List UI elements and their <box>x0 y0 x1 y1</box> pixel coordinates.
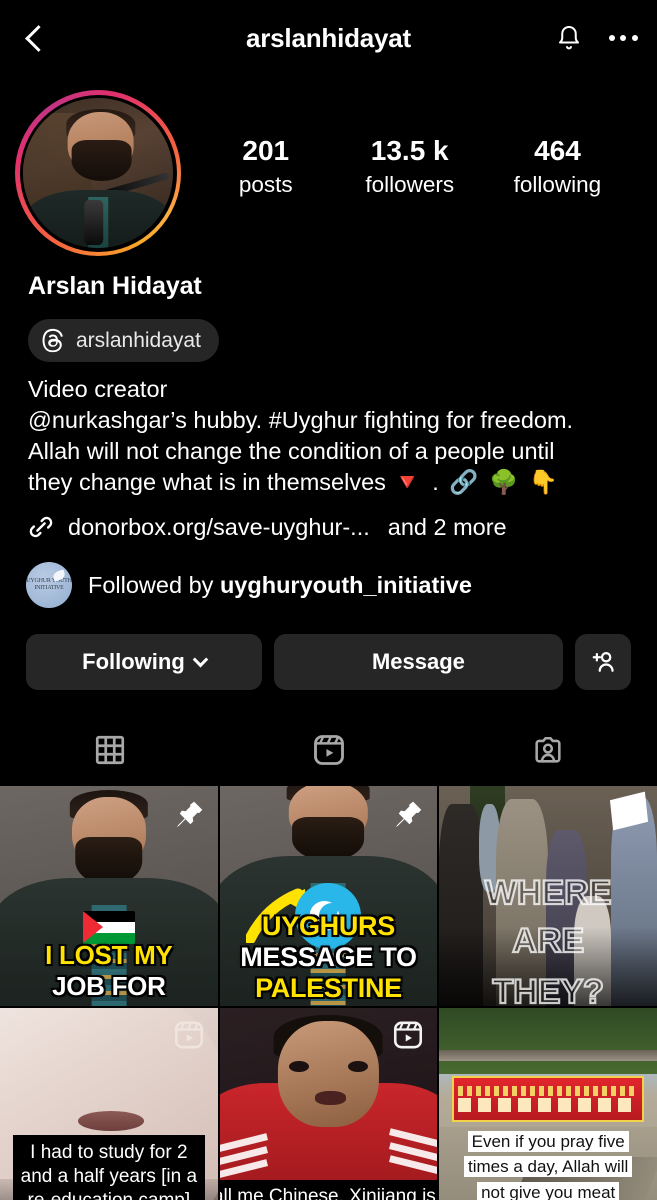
post-2-line-1: UYGHURS <box>262 910 395 941</box>
tab-reels[interactable] <box>219 732 438 768</box>
posts-grid: I LOST MY JOB FOR UYGHURS MESSAGE TO PAL… <box>0 786 657 1200</box>
avatar-container[interactable] <box>0 84 196 256</box>
tab-tagged[interactable] <box>438 733 657 767</box>
notification-bell-button[interactable] <box>545 14 593 62</box>
stat-followers[interactable]: 13.5 k followers <box>365 135 455 200</box>
followed-by-text: Followed by uyghuryouth_initiative <box>88 572 472 599</box>
follower-avatar: UYGHUR YOUTH INITIATIVE <box>26 562 72 609</box>
follower-avatar-text: UYGHUR YOUTH INITIATIVE <box>26 577 72 592</box>
posts-label: posts <box>238 171 293 197</box>
post-6-caption: Even if you pray five times a day, Allah… <box>461 1129 635 1200</box>
header-actions <box>545 14 647 62</box>
profile-picture[interactable] <box>23 98 173 248</box>
message-button[interactable]: Message <box>273 634 563 691</box>
more-options-button[interactable] <box>599 14 647 62</box>
propaganda-banner <box>452 1076 644 1123</box>
reels-icon <box>313 735 344 765</box>
post-3-line-2: ARE <box>511 921 585 961</box>
post-1-line-1: I LOST MY <box>45 939 173 970</box>
tagged-icon <box>534 737 561 763</box>
grid-post-4[interactable]: I had to study for 2 and a half years [i… <box>0 1007 218 1200</box>
tab-grid[interactable] <box>0 733 219 767</box>
following-button-label: Following <box>82 649 185 675</box>
stat-posts[interactable]: 201 posts <box>226 135 306 200</box>
followers-label: followers <box>365 171 455 197</box>
grid-post-2[interactable]: UYGHURS MESSAGE TO PALESTINE <box>219 786 438 1006</box>
more-options-icon <box>608 35 638 41</box>
bio-link-url[interactable]: donorbox.org/save-uyghur-... <box>68 514 370 541</box>
posts-count: 201 <box>242 135 290 166</box>
profile-actions: Following Message <box>0 608 657 691</box>
chevron-down-icon <box>192 651 209 668</box>
add-person-button[interactable] <box>575 634 631 691</box>
back-chevron-icon <box>25 24 52 52</box>
following-button[interactable]: Following <box>26 634 262 691</box>
grid-post-3[interactable]: WHERE ARE THEY? <box>439 786 657 1006</box>
bio-link-row[interactable]: donorbox.org/save-uyghur-... and 2 more <box>0 498 657 542</box>
followers-count: 13.5 k <box>370 135 449 166</box>
threads-icon <box>42 328 63 353</box>
post-3-line-3: THEY? <box>491 972 605 1006</box>
followed-by-row[interactable]: UYGHUR YOUTH INITIATIVE Followed by uygh… <box>0 542 657 609</box>
profile-stats: 201 posts 13.5 k followers 464 following <box>196 84 657 200</box>
back-button[interactable] <box>14 16 58 60</box>
following-label: following <box>513 171 602 197</box>
post-5-caption: all me Chinese. Xinjiang is a indivisibl… <box>219 1179 438 1200</box>
link-icon <box>29 516 53 538</box>
pin-icon <box>176 801 202 828</box>
bio-emojis: 🔻 . 🔗 🌳 👇 <box>392 469 561 496</box>
stat-following[interactable]: 464 following <box>513 135 602 200</box>
post-3-line-1: WHERE <box>484 873 613 913</box>
add-person-icon <box>592 652 614 672</box>
app-header: arslanhidayat <box>0 0 657 76</box>
followed-by-prefix: Followed by <box>88 571 220 598</box>
instagram-profile-screen: arslanhidayat 201 posts 13.5 k followers… <box>0 0 657 1200</box>
grid-post-6[interactable]: Even if you pray five times a day, Allah… <box>439 1007 657 1200</box>
followed-by-username[interactable]: uyghuryouth_initiative <box>220 572 472 598</box>
profile-header: 201 posts 13.5 k followers 464 following <box>0 76 657 256</box>
reels-icon <box>394 1021 423 1049</box>
profile-bio: Video creator @nurkashgar’s hubby. #Uygh… <box>0 362 657 498</box>
post-6-caption-text: Even if you pray five times a day, Allah… <box>464 1130 633 1200</box>
threads-handle: arslanhidayat <box>76 328 201 352</box>
post-1-line-2: JOB FOR <box>52 970 166 1001</box>
post-4-caption: I had to study for 2 and a half years [i… <box>13 1135 205 1200</box>
post-2-line-3: PALESTINE <box>255 972 402 1003</box>
message-button-label: Message <box>371 649 465 675</box>
bio-link-more[interactable]: and 2 more <box>388 514 507 541</box>
following-count: 464 <box>534 135 581 166</box>
pin-icon <box>396 801 422 828</box>
threads-badge[interactable]: arslanhidayat <box>28 319 219 362</box>
story-ring <box>15 90 181 256</box>
profile-tabs <box>0 718 657 782</box>
notification-bell-icon <box>559 26 579 50</box>
post-2-line-2: MESSAGE TO <box>240 941 417 972</box>
grid-icon <box>95 735 124 765</box>
grid-post-5[interactable]: all me Chinese. Xinjiang is a indivisibl… <box>219 1007 438 1200</box>
grid-post-1[interactable]: I LOST MY JOB FOR <box>0 786 218 1006</box>
reels-icon <box>174 1021 203 1049</box>
display-name: Arslan Hidayat <box>28 272 202 300</box>
